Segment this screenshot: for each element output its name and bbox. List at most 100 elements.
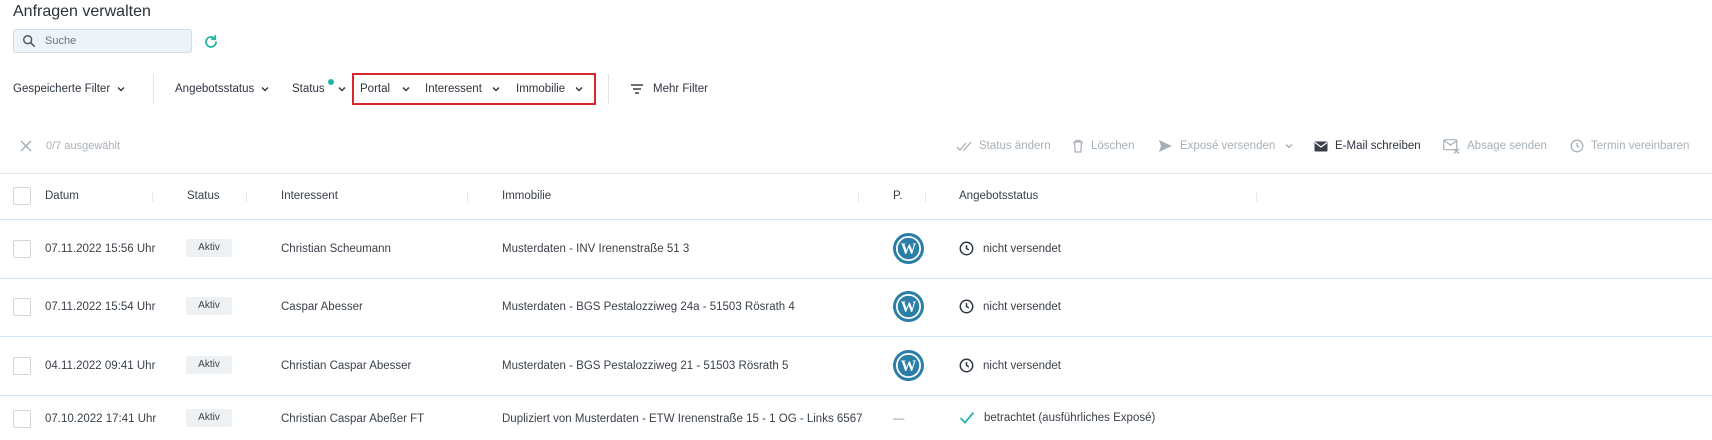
send-icon (1159, 140, 1172, 152)
row-datum: 07.11.2022 15:56 Uhr (45, 243, 156, 255)
decline-button[interactable]: Absage senden (1443, 138, 1547, 154)
chevron-down-icon (261, 87, 269, 92)
chevron-down-icon (402, 87, 410, 92)
filter-saved[interactable]: Gespeicherte Filter (13, 80, 126, 98)
search-placeholder: Suche (45, 35, 77, 47)
row-angebotsstatus: betrachtet (ausführliches Exposé) (959, 411, 1155, 424)
column-resizer[interactable] (467, 192, 468, 202)
row-immobilie: Dupliziert von Musterdaten - ETW Irenens… (502, 413, 863, 425)
chevron-down-icon (492, 87, 500, 92)
delete-label: Löschen (1091, 140, 1135, 152)
row-divider (0, 395, 1712, 396)
email-button[interactable]: E-Mail schreiben (1314, 138, 1421, 154)
appointment-button[interactable]: Termin vereinbaren (1570, 138, 1689, 154)
email-label: E-Mail schreiben (1335, 140, 1421, 152)
svg-text:W: W (901, 241, 917, 258)
column-header-datum[interactable]: Datum (45, 190, 79, 202)
selection-count: 0/7 ausgewählt (46, 140, 120, 152)
filter-divider (608, 74, 609, 104)
close-icon[interactable] (19, 139, 33, 153)
row-datum: 04.11.2022 09:41 Uhr (45, 360, 156, 372)
row-checkbox[interactable] (13, 298, 31, 316)
column-resizer[interactable] (858, 192, 859, 202)
chevron-down-icon (575, 87, 583, 92)
chevron-down-icon (1285, 144, 1293, 149)
column-header-portal[interactable]: P. (893, 190, 902, 202)
row-interessent: Caspar Abesser (281, 301, 363, 313)
filter-divider (153, 74, 154, 104)
row-immobilie: Musterdaten - BGS Pestalozziweg 21 - 515… (502, 360, 789, 372)
svg-text:W: W (901, 299, 917, 316)
column-header-status[interactable]: Status (187, 190, 220, 202)
more-filters-button[interactable]: Mehr Filter (630, 80, 708, 98)
select-all-checkbox[interactable] (13, 187, 31, 205)
check-icon (959, 411, 975, 424)
row-checkbox[interactable] (13, 357, 31, 375)
row-angebotsstatus: nicht versendet (959, 358, 1061, 373)
column-resizer[interactable] (152, 192, 153, 202)
search-input[interactable]: Suche (13, 29, 192, 53)
row-interessent: Christian Caspar Abeßer FT (281, 413, 425, 425)
expose-send-label: Exposé versenden (1180, 140, 1276, 152)
filter-interessent-label: Interessent (425, 83, 482, 95)
filter-immobilie[interactable]: Immobilie (516, 80, 584, 98)
angebotsstatus-text: nicht versendet (983, 359, 1061, 372)
status-badge: Aktiv (186, 356, 232, 374)
search-icon (23, 35, 36, 48)
angebotsstatus-text: nicht versendet (983, 242, 1061, 255)
clock-icon (1570, 139, 1584, 153)
active-filter-indicator (328, 79, 334, 85)
portal-empty: — (893, 413, 905, 425)
column-resizer[interactable] (246, 192, 247, 202)
row-immobilie: Musterdaten - BGS Pestalozziweg 24a - 51… (502, 301, 795, 313)
status-change-label: Status ändern (979, 140, 1051, 152)
row-checkbox[interactable] (13, 410, 31, 428)
clock-icon (959, 241, 974, 256)
column-header-interessent[interactable]: Interessent (281, 190, 338, 202)
status-badge: Aktiv (186, 239, 232, 257)
row-divider (0, 278, 1712, 279)
decline-label: Absage senden (1467, 140, 1547, 152)
wordpress-icon: W (893, 291, 924, 322)
row-interessent: Christian Caspar Abesser (281, 360, 412, 372)
filter-immobilie-label: Immobilie (516, 83, 566, 95)
column-header-immobilie[interactable]: Immobilie (502, 190, 551, 202)
status-change-button[interactable]: Status ändern (956, 138, 1051, 154)
more-filters-label: Mehr Filter (653, 83, 708, 95)
appointment-label: Termin vereinbaren (1591, 140, 1690, 152)
column-header-angebotsstatus[interactable]: Angebotsstatus (959, 190, 1038, 202)
filter-interessent[interactable]: Interessent (425, 80, 501, 98)
row-immobilie: Musterdaten - INV Irenenstraße 51 3 (502, 243, 690, 255)
selection-info: 0/7 ausgewählt (19, 138, 120, 154)
angebotsstatus-text: nicht versendet (983, 300, 1061, 313)
wordpress-icon: W (893, 233, 924, 264)
row-angebotsstatus: nicht versendet (959, 299, 1061, 314)
row-divider (0, 219, 1712, 220)
check-double-icon (956, 141, 972, 151)
filter-portal[interactable]: Portal (360, 80, 411, 98)
status-badge: Aktiv (186, 409, 232, 427)
column-resizer[interactable] (925, 192, 926, 202)
clock-icon (959, 358, 974, 373)
wordpress-icon: W (893, 350, 924, 381)
delete-button[interactable]: Löschen (1072, 138, 1134, 154)
filter-status-label: Status (292, 83, 325, 95)
column-resizer[interactable] (1256, 192, 1257, 202)
chevron-down-icon (117, 87, 125, 92)
chevron-down-icon (338, 87, 346, 92)
filter-lines-icon (631, 84, 643, 94)
page-title: Anfragen verwalten (13, 3, 151, 20)
mail-cancel-icon (1443, 138, 1460, 154)
row-interessent: Christian Scheumann (281, 243, 391, 255)
filter-angebotsstatus[interactable]: Angebotsstatus (175, 80, 270, 98)
row-checkbox[interactable] (13, 240, 31, 258)
mail-icon (1314, 141, 1328, 151)
filter-status[interactable]: Status (292, 80, 347, 98)
row-divider (0, 336, 1712, 337)
row-datum: 07.11.2022 15:54 Uhr (45, 301, 156, 313)
expose-send-button[interactable]: Exposé versenden (1158, 138, 1294, 154)
filter-portal-label: Portal (360, 83, 391, 95)
refresh-icon[interactable] (203, 34, 219, 50)
row-datum: 07.10.2022 17:41 Uhr (45, 413, 157, 425)
angebotsstatus-text: betrachtet (ausführliches Exposé) (984, 411, 1156, 424)
